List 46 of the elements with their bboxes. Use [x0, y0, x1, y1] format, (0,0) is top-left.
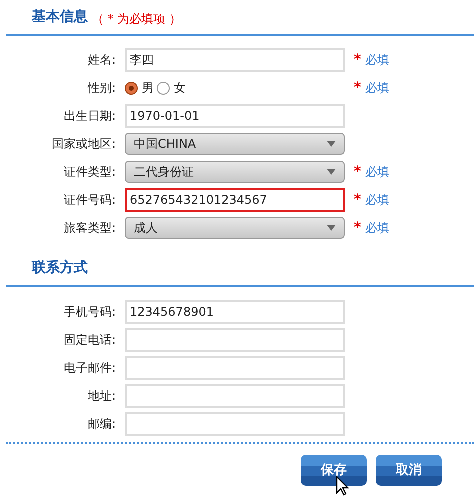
field-label: 旅客类型:	[62, 220, 117, 237]
cursor-icon	[336, 476, 349, 496]
radio-label: 女	[174, 80, 186, 97]
input-field[interactable]: 1970-01-01	[125, 104, 345, 128]
caret-icon	[327, 169, 336, 175]
input-field[interactable]	[125, 356, 345, 380]
button[interactable]: 保存	[301, 455, 367, 486]
field-label: 手机号码:	[62, 304, 117, 321]
required-hint: 必填	[365, 220, 390, 237]
select-dropdown[interactable]: 成人	[125, 217, 345, 239]
input-field[interactable]	[125, 384, 345, 408]
field-label: 出生日期:	[62, 108, 117, 125]
input-field[interactable]: 李四	[125, 48, 345, 72]
button[interactable]: 取消	[376, 455, 442, 486]
field-label: 姓名:	[86, 52, 117, 69]
section-title: 基本信息	[32, 8, 88, 27]
field-label: 国家或地区:	[50, 136, 117, 153]
required-hint: 必填	[365, 192, 390, 209]
required-asterisk: *	[354, 193, 362, 207]
input-field[interactable]: 652765432101234567	[125, 188, 345, 212]
input-field[interactable]	[125, 328, 345, 352]
select-dropdown[interactable]: 二代身份证	[125, 161, 345, 183]
input-field[interactable]	[125, 412, 345, 436]
required-hint: 必填	[365, 164, 390, 181]
field-label: 固定电话:	[62, 332, 117, 349]
required-asterisk: *	[354, 53, 362, 67]
required-hint: 必填	[365, 80, 390, 97]
section-title: 联系方式	[32, 258, 88, 278]
field-label: 地址:	[86, 388, 117, 405]
required-asterisk: *	[354, 81, 362, 95]
field-label: 证件类型:	[62, 164, 117, 181]
field-label: 电子邮件:	[62, 360, 117, 377]
radio-label: 男	[142, 80, 154, 97]
required-asterisk: *	[354, 165, 362, 179]
caret-icon	[327, 141, 336, 147]
radio-button[interactable]	[157, 82, 170, 94]
field-label: 性别:	[86, 80, 117, 97]
caret-icon	[327, 225, 336, 231]
required-asterisk: *	[354, 221, 362, 235]
field-label: 证件号码:	[62, 192, 117, 209]
field-label: 邮编:	[86, 416, 117, 433]
required-note: （ * 为必填项 ）	[92, 11, 182, 28]
input-field[interactable]: 12345678901	[125, 300, 345, 324]
required-hint: 必填	[365, 52, 390, 69]
radio-button[interactable]	[125, 82, 138, 94]
select-dropdown[interactable]: 中国CHINA	[125, 133, 345, 155]
